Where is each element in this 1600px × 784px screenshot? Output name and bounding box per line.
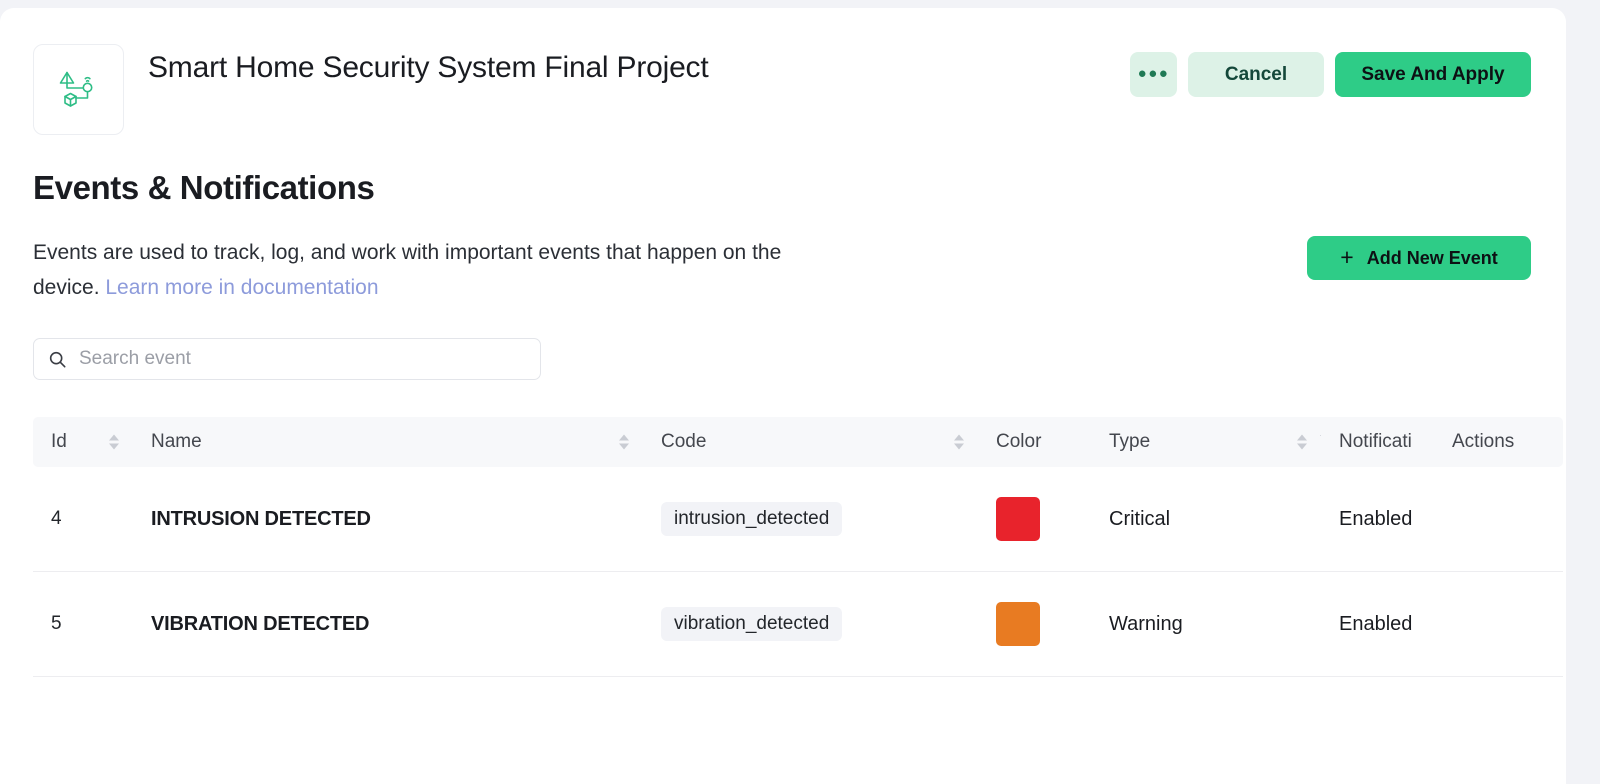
iot-device-diagram-icon [54, 65, 104, 115]
project-header: Smart Home Security System Final Project… [0, 8, 1566, 140]
save-and-apply-button[interactable]: Save And Apply [1335, 52, 1531, 97]
section-heading: Events & Notifications [33, 169, 375, 206]
cell-name: INTRUSION DETECTED [151, 507, 371, 530]
sort-toggle-code[interactable] [954, 434, 964, 450]
column-label-actions: Actions [1452, 431, 1515, 452]
column-header-type[interactable]: Type [1091, 417, 1321, 467]
table-row[interactable]: 5 VIBRATION DETECTED vibration_detected … [33, 572, 1563, 677]
plus-icon: + [1340, 243, 1354, 270]
column-header-actions: Actions [1434, 417, 1563, 467]
header-actions: ●●● Cancel Save And Apply [1130, 52, 1531, 97]
column-label-id: Id [51, 431, 67, 452]
events-table: Id Name Code Color Type Notificati Actio… [33, 417, 1563, 677]
project-logo [33, 44, 124, 135]
column-header-notification: Notificati [1321, 417, 1434, 467]
add-new-event-label: Add New Event [1366, 247, 1498, 268]
section-description: Events are used to track, log, and work … [33, 235, 833, 305]
search-input[interactable] [79, 348, 526, 370]
app-root: Smart Home Security System Final Project… [0, 0, 1600, 784]
cell-notification: Enabled [1339, 612, 1413, 635]
color-swatch [996, 602, 1040, 646]
add-new-event-button[interactable]: + Add New Event [1307, 236, 1531, 280]
ellipsis-icon: ●●● [1137, 64, 1170, 82]
cancel-button[interactable]: Cancel [1188, 52, 1324, 97]
cell-name: VIBRATION DETECTED [151, 612, 370, 635]
sort-toggle-id[interactable] [109, 434, 119, 450]
column-header-name[interactable]: Name [133, 417, 643, 467]
column-header-color: Color [978, 417, 1091, 467]
cell-color [978, 572, 1091, 676]
column-label-name: Name [151, 431, 202, 452]
cell-id: 4 [51, 508, 62, 529]
color-swatch [996, 497, 1040, 541]
sort-toggle-type[interactable] [1297, 434, 1307, 450]
sort-toggle-name[interactable] [619, 434, 629, 450]
column-header-code[interactable]: Code [643, 417, 978, 467]
cell-type: Critical [1109, 507, 1171, 530]
page-title: Smart Home Security System Final Project [148, 51, 709, 84]
content-panel: Smart Home Security System Final Project… [0, 8, 1566, 784]
documentation-link[interactable]: Learn more in documentation [105, 276, 378, 299]
cell-notification: Enabled [1339, 507, 1413, 530]
cell-code: intrusion_detected [643, 467, 978, 571]
table-header-row: Id Name Code Color Type Notificati Actio… [33, 417, 1563, 467]
code-chip: intrusion_detected [661, 502, 843, 536]
search-box[interactable] [33, 338, 541, 380]
column-header-id[interactable]: Id [33, 417, 133, 467]
column-label-color: Color [996, 431, 1042, 452]
search-icon [48, 350, 67, 369]
cell-code: vibration_detected [643, 572, 978, 676]
cell-actions[interactable] [1434, 467, 1563, 571]
column-label-type: Type [1109, 431, 1151, 452]
cell-actions[interactable] [1434, 572, 1563, 676]
cell-id: 5 [51, 613, 62, 634]
cell-color [978, 467, 1091, 571]
more-options-button[interactable]: ●●● [1130, 52, 1177, 97]
column-label-code: Code [661, 431, 707, 452]
cell-type: Warning [1109, 612, 1183, 635]
code-chip: vibration_detected [661, 607, 843, 641]
column-label-notification: Notificati [1339, 431, 1412, 452]
table-row[interactable]: 4 INTRUSION DETECTED intrusion_detected … [33, 467, 1563, 572]
